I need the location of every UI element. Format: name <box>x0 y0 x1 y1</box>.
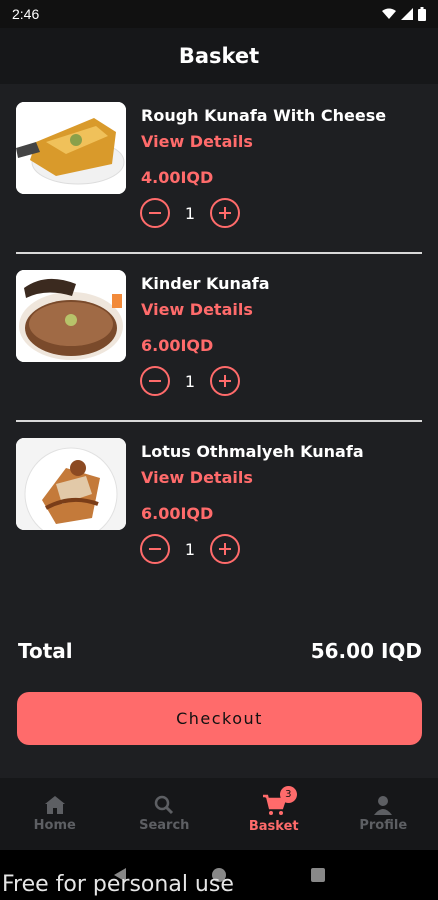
increment-button[interactable] <box>210 534 240 564</box>
item-image <box>16 270 126 362</box>
status-time: 2:46 <box>12 6 40 22</box>
basket-screen: 2:46 Basket Rough Kunafa With Cheese Vie… <box>0 0 438 900</box>
search-icon <box>155 795 174 815</box>
nav-profile[interactable]: Profile <box>333 795 433 833</box>
page-title: Basket <box>178 44 260 68</box>
battery-icon <box>418 7 426 21</box>
minus-icon <box>149 212 161 214</box>
basket-item: Kinder Kunafa View Details 6.00IQD 1 <box>16 270 422 396</box>
view-details-link[interactable]: View Details <box>141 300 253 319</box>
quantity-value: 1 <box>184 371 196 391</box>
total-row: Total 56.00 IQD <box>18 636 422 666</box>
nav-profile-label: Profile <box>359 818 408 833</box>
quantity-stepper: 1 <box>140 198 240 228</box>
basket-item: Lotus Othmalyeh Kunafa View Details 6.00… <box>16 438 422 564</box>
app-header: Basket <box>0 28 438 84</box>
item-image <box>16 102 126 194</box>
nav-home-label: Home <box>33 818 76 833</box>
nav-search[interactable]: Search <box>114 795 214 833</box>
profile-icon <box>374 796 393 815</box>
signal-icon <box>401 8 413 20</box>
increment-button[interactable] <box>210 366 240 396</box>
item-price: 6.00IQD <box>141 336 214 355</box>
basket-item: Rough Kunafa With Cheese View Details 4.… <box>16 102 422 228</box>
item-name: Lotus Othmalyeh Kunafa <box>141 442 364 461</box>
basket-count-badge: 3 <box>279 786 297 803</box>
item-divider <box>16 252 422 254</box>
minus-icon <box>149 380 161 382</box>
view-details-link[interactable]: View Details <box>141 468 253 487</box>
plus-icon <box>219 543 231 555</box>
home-icon <box>44 796 65 814</box>
watermark-text: Free for personal use <box>2 872 234 897</box>
item-price: 4.00IQD <box>141 168 214 187</box>
increment-button[interactable] <box>210 198 240 228</box>
quantity-value: 1 <box>184 539 196 559</box>
decrement-button[interactable] <box>140 366 170 396</box>
total-value: 56.00 IQD <box>310 639 422 663</box>
decrement-button[interactable] <box>140 198 170 228</box>
nav-search-label: Search <box>139 818 190 833</box>
item-price: 6.00IQD <box>141 504 214 523</box>
quantity-stepper: 1 <box>140 534 240 564</box>
recents-icon[interactable] <box>310 867 326 883</box>
minus-icon <box>149 548 161 550</box>
item-name: Rough Kunafa With Cheese <box>141 106 387 125</box>
plus-icon <box>219 207 231 219</box>
item-image <box>16 438 126 530</box>
nav-basket-label: Basket <box>248 819 299 834</box>
view-details-link[interactable]: View Details <box>141 132 253 151</box>
plus-icon <box>219 375 231 387</box>
nav-home[interactable]: Home <box>5 795 105 833</box>
quantity-stepper: 1 <box>140 366 240 396</box>
total-label: Total <box>18 639 73 663</box>
wifi-icon <box>382 8 396 19</box>
checkout-button[interactable]: Checkout <box>17 692 422 745</box>
status-bar: 2:46 <box>0 0 438 28</box>
item-divider <box>16 420 422 422</box>
nav-basket[interactable]: 3 Basket <box>224 786 324 834</box>
item-name: Kinder Kunafa <box>141 274 270 293</box>
bottom-navigation: Home Search 3 Basket Profile <box>0 778 438 850</box>
quantity-value: 1 <box>184 203 196 223</box>
decrement-button[interactable] <box>140 534 170 564</box>
status-icons <box>382 7 426 21</box>
